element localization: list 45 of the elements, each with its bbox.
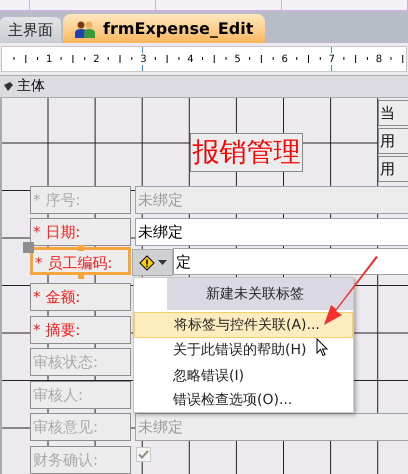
- mouse-cursor-icon: [316, 338, 328, 357]
- ruler-number: 1: [46, 55, 52, 65]
- menu-item[interactable]: 忽略错误(I): [134, 364, 353, 388]
- field-label[interactable]: * 摘要:: [30, 316, 131, 344]
- field-label[interactable]: 审核状态:: [30, 348, 131, 376]
- ruler-number: 7: [328, 55, 335, 65]
- ruler-number: 2: [93, 55, 100, 65]
- document-tab[interactable]: frmExpense_Edit: [63, 14, 266, 43]
- smart-tag-button[interactable]: [132, 249, 173, 276]
- move-handle[interactable]: [23, 242, 34, 253]
- ruler-number: 4: [187, 55, 194, 65]
- field-label: 用: [378, 156, 408, 182]
- field-label: 当: [378, 100, 408, 126]
- document-tab[interactable]: 主界面: [0, 17, 61, 43]
- checkbox[interactable]: [136, 447, 151, 462]
- ruler-number: 8: [376, 55, 382, 65]
- section-title: 主体: [17, 77, 45, 96]
- menu-header[interactable]: 新建未关联标签: [167, 278, 353, 310]
- field-label[interactable]: 审核意见:: [30, 413, 131, 441]
- ruler-number: 6: [282, 55, 288, 65]
- field-label[interactable]: 财务确认:: [30, 446, 131, 474]
- users-icon: [75, 20, 95, 38]
- text-box[interactable]: 定: [173, 248, 408, 275]
- menu-item[interactable]: 关于此错误的帮助(H): [134, 338, 353, 362]
- text-box[interactable]: 未绑定: [135, 186, 408, 214]
- dropdown-caret-icon: [158, 260, 166, 265]
- field-label[interactable]: * 员工编码:: [30, 247, 131, 275]
- menu-item[interactable]: 将标签与控件关联(A)...: [134, 312, 353, 338]
- ruler-number: 3: [140, 55, 147, 65]
- form-title: 报销管理: [190, 133, 303, 172]
- field-label[interactable]: * 金额:: [30, 283, 131, 311]
- resize-handle[interactable]: [78, 273, 84, 279]
- warning-icon: [138, 254, 154, 270]
- resize-handle[interactable]: [78, 245, 84, 251]
- pointer-arrow: [322, 255, 380, 327]
- text-box[interactable]: 未绑定: [135, 218, 408, 246]
- field-label[interactable]: 审核人:: [30, 381, 131, 409]
- field-label[interactable]: * 序号:: [30, 186, 131, 214]
- field-label[interactable]: * 日期:: [30, 218, 131, 246]
- ruler-number: 5: [234, 55, 241, 65]
- section-marker-icon: [4, 82, 13, 91]
- checkmark-icon: [138, 450, 149, 459]
- menu-item[interactable]: 错误检查选项(O)...: [134, 388, 353, 412]
- field-label: 用: [378, 128, 408, 154]
- text-box[interactable]: 未绑定: [135, 413, 408, 441]
